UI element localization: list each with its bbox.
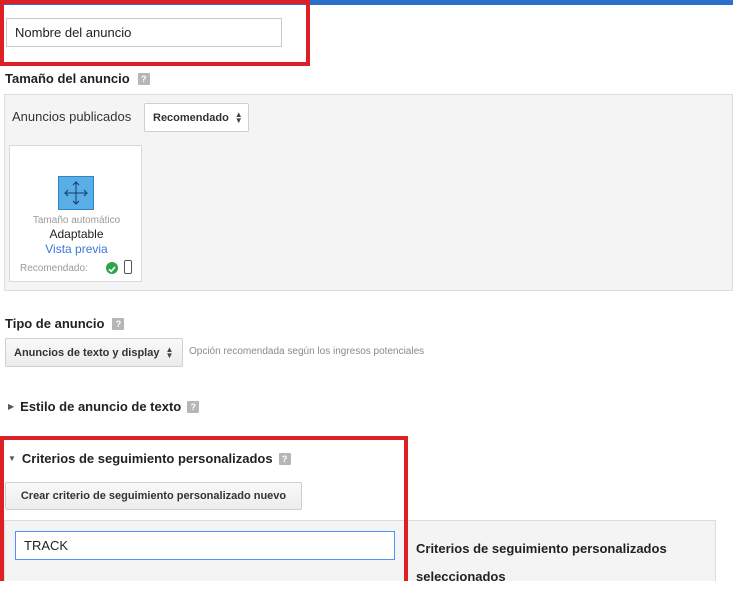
resize-arrows-icon bbox=[58, 176, 94, 210]
auto-size-label: Tamaño automático bbox=[32, 215, 121, 226]
ad-type-heading: Tipo de anuncio ? bbox=[5, 316, 125, 331]
check-icon bbox=[106, 262, 118, 274]
mobile-device-icon bbox=[124, 260, 132, 274]
top-accent-bar bbox=[0, 0, 733, 5]
help-icon[interactable]: ? bbox=[278, 452, 291, 465]
recommended-filter-select[interactable]: Recomendado ▲ ▼ bbox=[144, 103, 249, 132]
ad-type-title: Tipo de anuncio bbox=[5, 316, 105, 331]
text-style-title: Estilo de anuncio de texto bbox=[20, 399, 182, 414]
expand-arrow-icon: ▶ bbox=[8, 402, 15, 411]
custom-channels-section[interactable]: ▼ Criterios de seguimiento personalizado… bbox=[8, 451, 291, 466]
responsive-ad-card[interactable]: Tamaño automático Adaptable Vista previa… bbox=[9, 145, 142, 282]
select-arrows-icon: ▲ ▼ bbox=[234, 109, 243, 125]
ad-name-input[interactable] bbox=[6, 18, 282, 47]
help-icon[interactable]: ? bbox=[137, 72, 150, 85]
responsive-title: Adaptable bbox=[49, 227, 104, 241]
ad-size-panel: Anuncios publicados Recomendado ▲ ▼ Tamañ… bbox=[4, 94, 733, 291]
ad-type-select-value: Anuncios de texto y display bbox=[14, 346, 160, 359]
recommended-filter-value: Recomendado bbox=[153, 111, 229, 124]
collapse-arrow-icon: ▼ bbox=[8, 454, 16, 463]
help-icon[interactable]: ? bbox=[187, 400, 200, 413]
create-custom-channel-button[interactable]: Crear criterio de seguimiento personaliz… bbox=[5, 482, 302, 510]
channel-search-input[interactable] bbox=[15, 531, 395, 560]
published-ads-label: Anuncios publicados bbox=[12, 109, 132, 124]
ad-type-select[interactable]: Anuncios de texto y display ▲ ▼ bbox=[5, 338, 183, 367]
ad-size-title: Tamaño del anuncio bbox=[5, 71, 130, 86]
ad-size-heading: Tamaño del anuncio ? bbox=[5, 71, 150, 86]
selected-channels-title: Criterios de seguimiento personalizados … bbox=[416, 541, 667, 584]
recommended-label: Recomendado: bbox=[20, 263, 88, 274]
ad-type-hint: Opción recomendada según los ingresos po… bbox=[189, 346, 425, 357]
preview-link[interactable]: Vista previa bbox=[10, 242, 143, 256]
select-arrows-icon: ▲ ▼ bbox=[165, 344, 174, 360]
text-style-section[interactable]: ▶ Estilo de anuncio de texto ? bbox=[8, 399, 200, 414]
selected-channels-panel: Criterios de seguimiento personalizados … bbox=[406, 520, 716, 584]
custom-channels-title: Criterios de seguimiento personalizados bbox=[21, 451, 273, 466]
help-icon[interactable]: ? bbox=[112, 317, 125, 330]
